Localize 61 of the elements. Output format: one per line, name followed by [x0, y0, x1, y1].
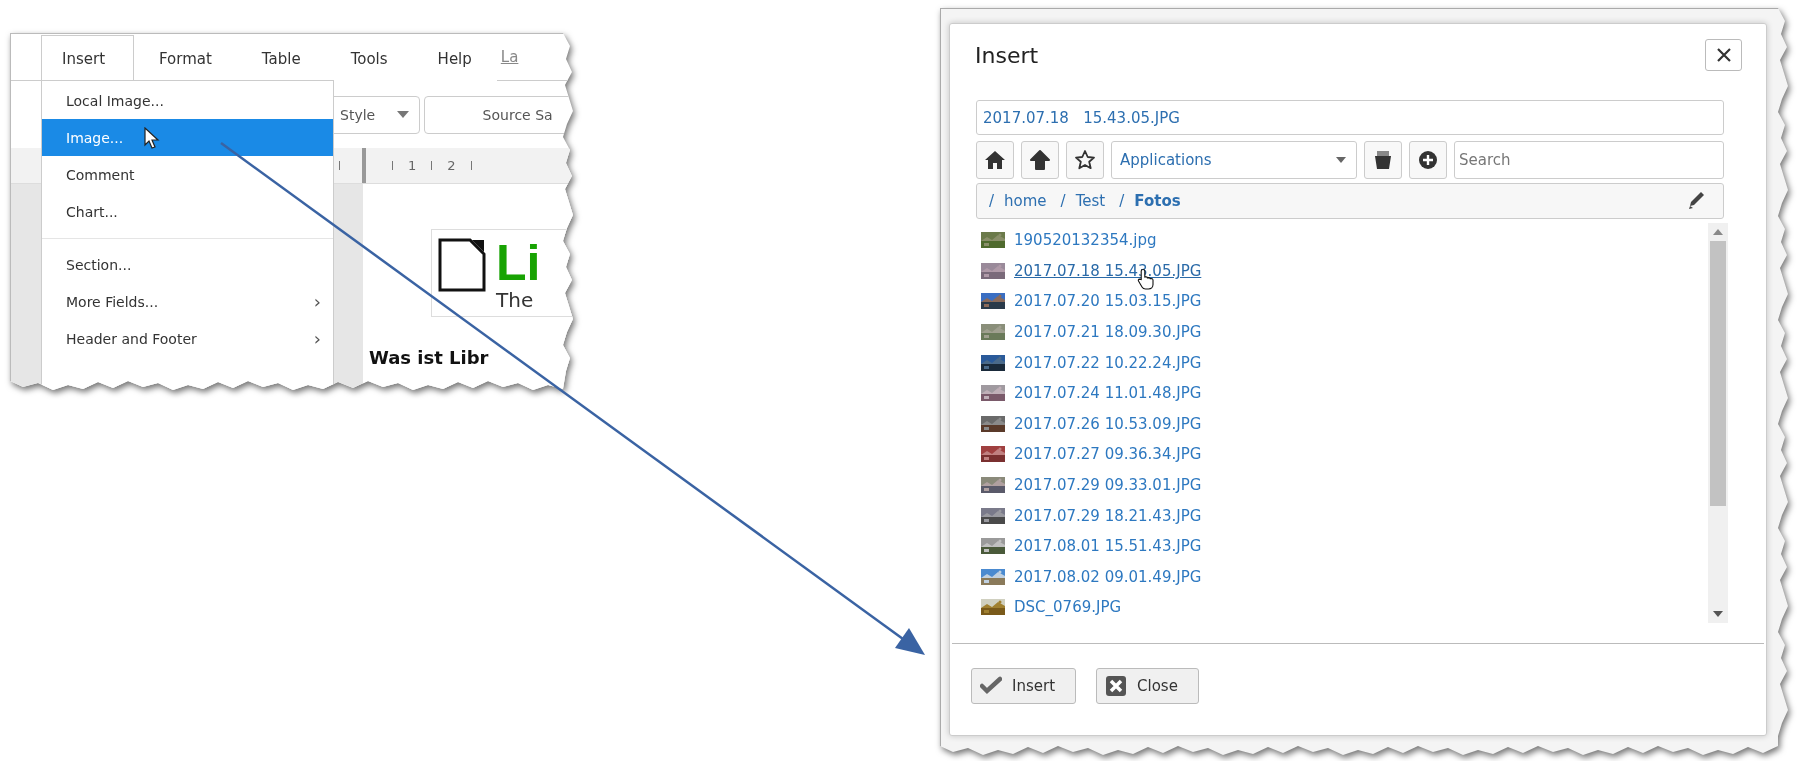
menu-item[interactable]: Section... [42, 246, 333, 283]
scrollbar-thumb[interactable] [1710, 241, 1726, 506]
path-separator: / [1119, 192, 1125, 210]
menu-item[interactable]: Header and Footer › [42, 320, 333, 357]
breadcrumb-link[interactable]: Test [1075, 192, 1106, 210]
file-link[interactable]: 2017.07.18 15.43.05.JPG [1014, 261, 1202, 280]
document-logo-icon [438, 238, 486, 292]
logo-subtitle: The [496, 290, 535, 310]
scrollbar[interactable] [1708, 223, 1728, 623]
file-link[interactable]: 190520132354.jpg [1014, 231, 1157, 250]
breadcrumb-link[interactable]: Fotos [1134, 192, 1181, 210]
filename-field[interactable]: 2017.07.18 15.43.05.JPG [976, 100, 1724, 135]
caret-icon [1336, 157, 1346, 163]
close-icon [1715, 47, 1732, 63]
close-box-icon [1105, 675, 1128, 697]
file-link[interactable]: 2017.07.29 09.33.01.JPG [1014, 476, 1202, 495]
home-button[interactable] [976, 141, 1014, 179]
file-link[interactable]: 2017.08.02 09.01.49.JPG [1014, 567, 1202, 586]
file-link[interactable]: 2017.07.20 15.03.15.JPG [1014, 292, 1202, 311]
menu-item[interactable]: Chart... [42, 193, 333, 230]
document-heading: Was ist Libr [369, 347, 490, 368]
scroll-up-icon[interactable] [1713, 229, 1723, 235]
scroll-down-icon[interactable] [1713, 611, 1723, 617]
file-link[interactable]: 2017.07.26 10.53.09.JPG [1014, 414, 1202, 433]
menu-item[interactable]: More Fields... › [42, 283, 333, 320]
file-link[interactable]: DSC_0769.JPG [1014, 598, 1122, 617]
location-dropdown[interactable]: Applications [1111, 141, 1357, 179]
pencil-icon[interactable] [1687, 191, 1707, 211]
breadcrumb-link[interactable]: home [1004, 192, 1047, 210]
search-field[interactable]: Search [1454, 141, 1724, 179]
menu-link[interactable]: La [496, 34, 519, 80]
basket-button[interactable] [1364, 141, 1402, 179]
path-separator: / [989, 192, 995, 210]
up-arrow-icon [1029, 149, 1051, 171]
path-separator: / [1060, 192, 1066, 210]
add-icon [1417, 149, 1439, 171]
menu-tab[interactable]: Insert [41, 35, 134, 81]
insert-button[interactable]: Insert [971, 668, 1077, 704]
basket-icon [1372, 149, 1394, 171]
close-button[interactable]: Close [1096, 668, 1199, 704]
up-arrow-button[interactable] [1021, 141, 1059, 179]
ruler-number: 2 [447, 158, 456, 173]
star-button[interactable] [1066, 141, 1104, 179]
menu-item[interactable]: Image... [42, 119, 333, 156]
dialog-title: Insert [975, 42, 1039, 68]
check-icon [980, 675, 1002, 697]
menu-item[interactable]: Comment [42, 156, 333, 193]
file-link[interactable]: 2017.07.22 10.22.24.JPG [1014, 353, 1202, 372]
file-link[interactable]: 2017.08.01 15.51.43.JPG [1014, 537, 1202, 556]
caret-icon [397, 111, 410, 118]
file-link[interactable]: 2017.07.29 18.21.43.JPG [1014, 506, 1202, 525]
file-link[interactable]: 2017.07.27 09.36.34.JPG [1014, 445, 1202, 464]
ruler-number: 1 [408, 158, 417, 173]
home-icon [984, 149, 1006, 171]
star-icon [1074, 149, 1096, 171]
file-link[interactable]: 2017.07.24 11.01.48.JPG [1014, 384, 1202, 403]
file-link[interactable]: 2017.07.21 18.09.30.JPG [1014, 323, 1202, 342]
close-button[interactable] [1705, 39, 1742, 71]
add-button[interactable] [1409, 141, 1447, 179]
mouse-pointer-icon [144, 127, 160, 150]
logo-title: Li [496, 238, 541, 288]
